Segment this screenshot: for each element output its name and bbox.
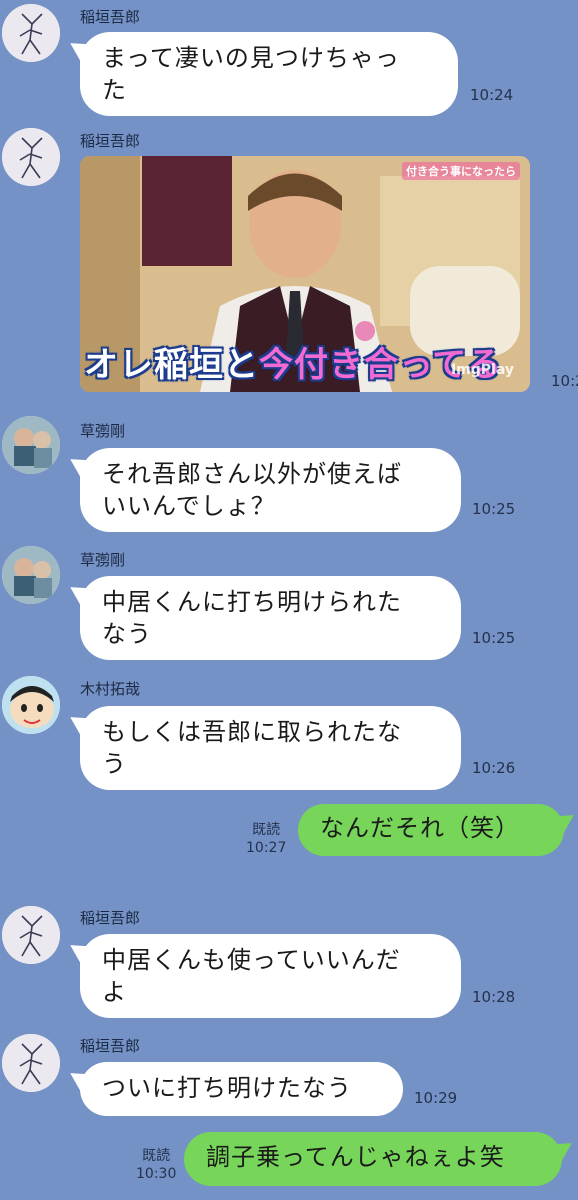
caption-text: オレ稲垣と bbox=[84, 345, 259, 385]
timestamp: 10:26 bbox=[472, 759, 516, 777]
message-bubble[interactable]: 調子乗ってんじゃねぇよ笑 bbox=[184, 1132, 562, 1186]
message-bubble[interactable]: もしくは吾郎に取られたな う bbox=[80, 706, 461, 790]
image-message[interactable]: 付き合う事になったら オレ稲垣と今付き合ってる ImgPlay bbox=[80, 156, 530, 392]
avatar[interactable] bbox=[2, 128, 60, 186]
message-bubble[interactable]: ついに打ち明けたなう bbox=[80, 1062, 403, 1116]
timestamp: 10:25 bbox=[472, 629, 516, 647]
timestamp: 10:25 bbox=[472, 500, 516, 518]
avatar[interactable] bbox=[2, 676, 60, 734]
message-bubble[interactable]: 中居くんも使っていいんだ よ bbox=[80, 934, 461, 1018]
caption-main: オレ稲垣と今付き合ってる bbox=[84, 337, 502, 386]
read-receipt: 既読 10:30 bbox=[136, 1147, 176, 1183]
message-bubble[interactable]: 中居くんに打ち明けられた なう bbox=[80, 576, 461, 660]
message-bubble[interactable]: それ吾郎さん以外が使えば いいんでしょ？ bbox=[80, 448, 461, 532]
sender-name: 稲垣吾郎 bbox=[80, 909, 141, 927]
message-text: まって凄いの見つけちゃっ bbox=[102, 44, 400, 72]
timestamp: 10:29 bbox=[414, 1089, 458, 1107]
message-text: ついに打ち明けたなう bbox=[102, 1074, 352, 1102]
message-text: よ bbox=[102, 978, 127, 1006]
read-label: 既読 bbox=[252, 822, 281, 838]
timestamp: 10:30 bbox=[136, 1166, 177, 1182]
timestamp: 10:2 bbox=[551, 372, 578, 390]
message-text: いいんでしょ？ bbox=[102, 492, 276, 520]
avatar[interactable] bbox=[2, 546, 60, 604]
message-text: なんだそれ（笑） bbox=[320, 814, 520, 842]
message-text: なう bbox=[102, 620, 152, 648]
message-text: 中居くんに打ち明けられた bbox=[102, 588, 402, 616]
caption-tag: 付き合う事になったら bbox=[402, 162, 520, 180]
sender-name: 木村拓哉 bbox=[80, 680, 141, 698]
message-text: 調子乗ってんじゃねぇよ笑 bbox=[206, 1143, 505, 1171]
chat-screen: { "colors": { "background": "#7492c6", "… bbox=[0, 0, 578, 1200]
photo-avatar-icon bbox=[2, 546, 60, 604]
message-bubble[interactable]: なんだそれ（笑） bbox=[298, 804, 564, 856]
photo-avatar-icon bbox=[2, 416, 60, 474]
sender-name: 草彅剛 bbox=[80, 551, 126, 569]
sender-name: 稲垣吾郎 bbox=[80, 1037, 141, 1055]
sketch-avatar-icon bbox=[2, 1034, 60, 1092]
watermark: ImgPlay bbox=[450, 362, 514, 378]
message-text: 中居くんも使っていいんだ bbox=[102, 946, 401, 974]
avatar[interactable] bbox=[2, 4, 60, 62]
sender-name: 稲垣吾郎 bbox=[80, 8, 141, 26]
sketch-avatar-icon bbox=[2, 906, 60, 964]
timestamp: 10:24 bbox=[470, 86, 514, 104]
message-bubble[interactable]: まって凄いの見つけちゃっ た bbox=[80, 32, 458, 116]
timestamp: 10:27 bbox=[246, 840, 287, 856]
timestamp: 10:28 bbox=[472, 988, 516, 1006]
cartoon-avatar-icon bbox=[2, 676, 60, 734]
sender-name: 草彅剛 bbox=[80, 422, 126, 440]
sketch-avatar-icon bbox=[2, 128, 60, 186]
avatar[interactable] bbox=[2, 906, 60, 964]
sender-name: 稲垣吾郎 bbox=[80, 132, 141, 150]
message-text: た bbox=[102, 76, 127, 104]
message-text: それ吾郎さん以外が使えば bbox=[102, 460, 402, 488]
sketch-avatar-icon bbox=[2, 4, 60, 62]
message-text: もしくは吾郎に取られたな bbox=[102, 718, 402, 746]
avatar[interactable] bbox=[2, 416, 60, 474]
message-text: う bbox=[102, 750, 127, 778]
read-receipt: 既読 10:27 bbox=[246, 821, 286, 857]
avatar[interactable] bbox=[2, 1034, 60, 1092]
read-label: 既読 bbox=[142, 1148, 171, 1164]
